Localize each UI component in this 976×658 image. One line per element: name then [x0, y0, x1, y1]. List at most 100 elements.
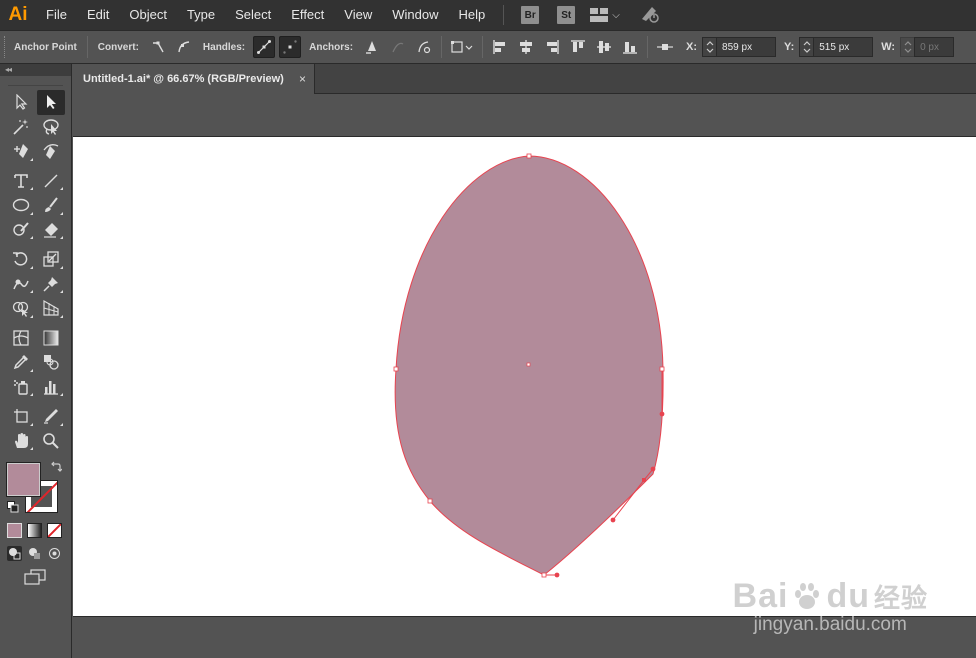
remove-anchor-button[interactable] [361, 36, 383, 58]
draw-behind-button[interactable] [27, 546, 42, 561]
align-top-button[interactable] [567, 36, 589, 58]
default-fill-stroke-button[interactable] [7, 501, 19, 516]
hand-tool[interactable] [7, 429, 35, 454]
zoom-tool[interactable] [37, 429, 65, 454]
puppet-warp-tool[interactable] [37, 272, 65, 297]
tools-panel-grip[interactable] [8, 76, 63, 86]
anchor-point[interactable] [526, 153, 532, 159]
eyedropper-tool[interactable] [7, 350, 35, 375]
menu-file[interactable]: File [36, 0, 77, 30]
none-slash-icon [48, 524, 61, 537]
align-horizontal-center-icon [520, 40, 533, 54]
change-screen-mode-button[interactable] [24, 569, 71, 588]
watermark-logo-suffix: du [826, 577, 870, 615]
menu-select[interactable]: Select [225, 0, 281, 30]
close-icon[interactable]: × [299, 72, 306, 86]
menu-window[interactable]: Window [382, 0, 448, 30]
fill-color-swatch[interactable] [6, 462, 41, 497]
stock-icon[interactable]: St [557, 6, 576, 24]
show-handles-button[interactable] [253, 36, 276, 58]
selection-arrow-icon [16, 94, 28, 111]
tools-panel-collapse[interactable]: ◂◂ [0, 64, 71, 76]
gradient-tool[interactable] [37, 326, 65, 351]
draw-normal-button[interactable] [7, 546, 22, 561]
menu-help[interactable]: Help [448, 0, 495, 30]
menu-edit[interactable]: Edit [77, 0, 119, 30]
type-tool[interactable] [7, 169, 35, 194]
handle-point[interactable] [610, 517, 616, 523]
anchors-label: Anchors: [309, 41, 354, 53]
paintbrush-tool[interactable] [37, 193, 65, 218]
handle-point[interactable] [659, 411, 665, 417]
magic-wand-icon [13, 118, 28, 135]
hide-handles-button[interactable] [279, 36, 302, 58]
align-right-button[interactable] [541, 36, 563, 58]
menu-effect[interactable]: Effect [281, 0, 334, 30]
anchor-point[interactable] [541, 572, 547, 578]
tool-flyout-indicator [30, 236, 33, 239]
connect-endpoints-button[interactable] [387, 36, 409, 58]
tool-flyout-indicator [60, 422, 63, 426]
none-mode-button[interactable] [47, 523, 62, 538]
scale-tool[interactable] [37, 247, 65, 272]
warp-tool[interactable] [7, 272, 35, 297]
w-input[interactable]: 0 px [914, 37, 955, 57]
align-left-button[interactable] [489, 36, 511, 58]
cut-path-button[interactable] [413, 36, 435, 58]
line-segment-tool[interactable] [37, 169, 65, 194]
anchor-point[interactable] [642, 478, 646, 482]
menu-view[interactable]: View [334, 0, 382, 30]
selected-path-artwork[interactable] [73, 94, 976, 658]
shape-builder-tool[interactable] [7, 296, 35, 321]
isolate-object-button[interactable] [448, 36, 476, 58]
anchor-point[interactable] [427, 498, 433, 504]
arrange-documents-button[interactable]: ⌵ [590, 8, 620, 22]
artboard-tool[interactable] [7, 404, 35, 429]
x-input[interactable]: 859 px [716, 37, 777, 57]
column-graph-tool[interactable] [37, 375, 65, 400]
y-input[interactable]: 515 px [813, 37, 874, 57]
document-tab[interactable]: Untitled-1.ai* @ 66.67% (RGB/Preview) × [73, 64, 315, 94]
convert-corner-icon [152, 41, 164, 53]
mesh-tool[interactable] [7, 326, 35, 351]
handle-point[interactable] [650, 466, 656, 472]
lasso-tool[interactable] [37, 115, 65, 140]
align-horizontal-center-button[interactable] [515, 36, 537, 58]
y-stepper[interactable] [799, 37, 814, 57]
draw-inside-button[interactable] [47, 546, 62, 561]
blend-tool[interactable] [37, 350, 65, 375]
color-mode-row [0, 523, 71, 538]
rotate-tool[interactable] [7, 247, 35, 272]
control-bar-grip[interactable] [4, 36, 8, 58]
pen-tool[interactable] [7, 139, 35, 164]
perspective-grid-tool[interactable] [37, 296, 65, 321]
color-mode-button[interactable] [7, 523, 22, 538]
convert-to-corner-button[interactable] [147, 36, 169, 58]
align-vertical-center-button[interactable] [593, 36, 615, 58]
magic-wand-tool[interactable] [7, 115, 35, 140]
anchor-point[interactable] [659, 366, 665, 372]
bridge-icon[interactable]: Br [521, 6, 540, 24]
menu-object[interactable]: Object [119, 0, 177, 30]
swap-fill-stroke-button[interactable] [50, 461, 63, 476]
x-stepper[interactable] [702, 37, 717, 57]
shaper-tool[interactable] [7, 218, 35, 243]
handle-point[interactable] [554, 572, 560, 578]
menu-type[interactable]: Type [177, 0, 225, 30]
convert-to-smooth-button[interactable] [173, 36, 195, 58]
reference-point-button[interactable] [654, 36, 676, 58]
tool-flyout-indicator [30, 368, 33, 372]
slice-tool[interactable] [37, 404, 65, 429]
symbol-sprayer-tool[interactable] [7, 375, 35, 400]
ellipse-tool[interactable] [7, 193, 35, 218]
anchor-point[interactable] [393, 366, 399, 372]
curvature-tool[interactable] [37, 139, 65, 164]
eraser-tool[interactable] [37, 218, 65, 243]
gradient-mode-button[interactable] [27, 523, 42, 538]
canvas-area[interactable]: Bai du 经验 jingyan.baidu.com [73, 94, 976, 658]
align-bottom-button[interactable] [619, 36, 641, 58]
gpu-performance-icon[interactable] [640, 5, 660, 26]
direct-selection-tool[interactable] [37, 90, 65, 115]
selection-tool[interactable] [7, 90, 35, 115]
w-stepper[interactable] [900, 37, 915, 57]
